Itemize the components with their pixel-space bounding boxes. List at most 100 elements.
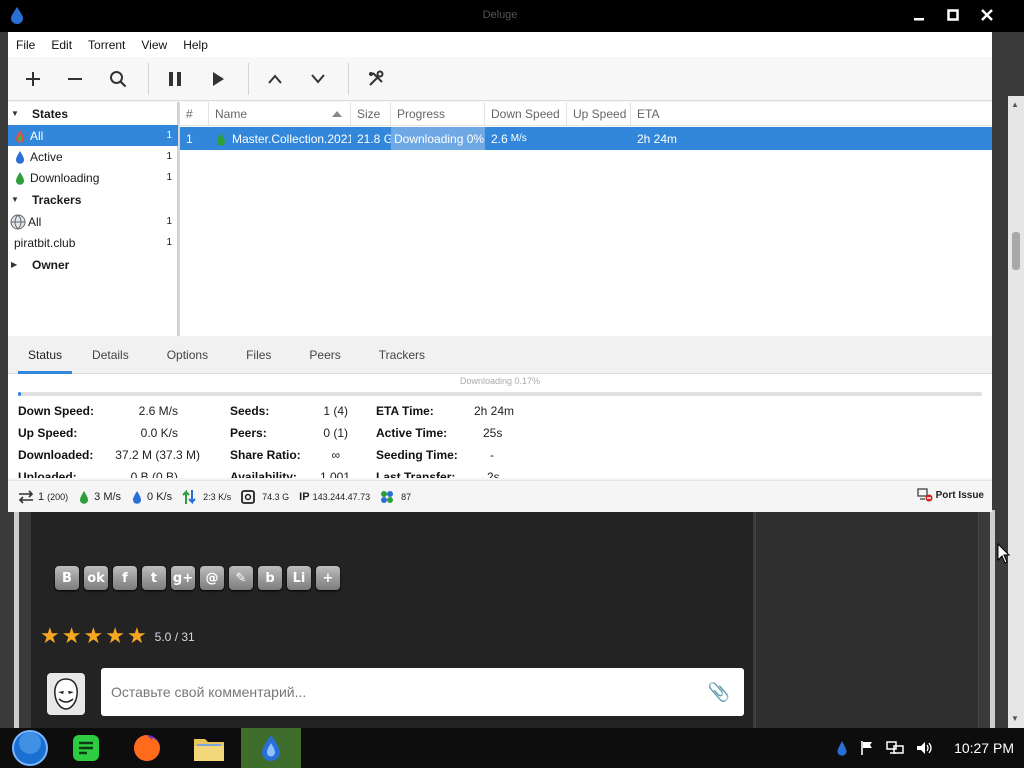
pause-button[interactable] [159,65,191,93]
tab-details[interactable]: Details [82,336,139,374]
star-icon[interactable]: ★ [127,625,147,649]
stat-value: 25s [483,426,503,440]
column-header-eta[interactable]: ETA [631,102,992,126]
torrent-size: 21.8 G [357,131,391,146]
stat-value: 2s [487,470,500,478]
column-header-size[interactable]: Size [351,102,391,126]
star-icon[interactable]: ★ [105,625,125,649]
sidebar-header-label: Trackers [32,192,82,207]
queue-up-button[interactable] [259,65,291,93]
scroll-up-icon[interactable]: ▲ [1011,100,1019,110]
tab-files[interactable]: Files [236,336,281,374]
sidebar-item-active[interactable]: Active 1 [8,146,178,167]
deluge-tray-icon[interactable] [836,740,848,756]
menu-torrent[interactable]: Torrent [80,38,133,52]
sidebar-header-states[interactable]: ▼ States [8,103,178,124]
add-torrent-button[interactable] [17,65,49,93]
rating: ★ ★ ★ ★ ★ 5.0 / 31 [40,625,195,649]
tab-status[interactable]: Status [18,336,73,374]
connections-status[interactable]: 1 (200) [18,489,68,504]
taskbar-app-notes[interactable] [56,728,116,768]
menu-view[interactable]: View [133,38,175,52]
menu-edit[interactable]: Edit [43,38,80,52]
drop-blue-icon [12,150,28,164]
column-header-number[interactable]: # [180,102,209,126]
pause-icon [169,72,181,86]
star-icon[interactable]: ★ [62,625,82,649]
torrent-progress-text: Downloading 0% [394,131,485,146]
upload-speed-status[interactable]: 0 K/s [131,490,172,504]
network-icon[interactable] [886,740,904,756]
column-header-progress[interactable]: Progress [391,102,485,126]
table-row[interactable]: 1 Master.Collection.2021 21.8 G Download… [180,127,992,150]
search-icon [110,71,127,88]
share-button[interactable]: g+ [171,566,195,590]
menu-file[interactable]: File [8,38,43,52]
scroll-down-icon[interactable]: ▼ [1011,714,1019,724]
sidebar-item-label: Active [30,149,63,164]
star-icon[interactable]: ★ [40,625,60,649]
sidebar-item-trackers-all[interactable]: All 1 [8,211,178,232]
close-button[interactable] [970,3,1004,27]
share-button[interactable]: + [316,566,340,590]
scrollbar-thumb[interactable] [1012,232,1020,270]
torrent-up-speed [567,127,631,150]
download-speed-status[interactable]: 3 M/s [78,490,121,504]
preferences-button[interactable] [360,65,392,93]
maximize-button[interactable] [936,3,970,27]
resume-button[interactable] [202,65,234,93]
share-button[interactable]: @ [200,566,224,590]
taskbar-app-deluge[interactable] [241,728,301,768]
chevron-down-icon [311,74,325,84]
sidebar-item-label: piratbit.club [14,235,76,250]
traffic-arrows-icon [182,489,196,505]
volume-icon[interactable] [916,740,934,756]
share-button[interactable]: ✎ [229,566,253,590]
external-ip-status: IP 143.244.47.73 [299,491,370,503]
share-button[interactable]: Li [287,566,311,590]
sidebar-item-tracker-piratbit[interactable]: piratbit.club 1 [8,232,178,253]
flag-icon[interactable] [860,740,874,756]
page-scrollbar[interactable]: ▲ ▼ [1008,96,1024,728]
drop-green-icon [78,490,90,504]
start-button[interactable] [0,728,60,768]
notes-app-icon [73,735,99,761]
toolbar-separator [248,63,249,95]
minimize-icon [914,18,924,21]
paperclip-icon[interactable]: 📎 [708,682,730,703]
maximize-icon [947,9,959,21]
star-icon[interactable]: ★ [83,625,103,649]
sidebar-header-owner[interactable]: ▶ Owner [8,254,178,275]
menu-help[interactable]: Help [175,38,216,52]
search-button[interactable] [102,65,134,93]
network-warning-icon [917,488,933,502]
comment-input[interactable] [101,668,701,716]
column-header-down-speed[interactable]: Down Speed [485,102,567,126]
sidebar-item-downloading[interactable]: Downloading 1 [8,167,178,188]
queue-down-button[interactable] [302,65,334,93]
share-button[interactable]: B [55,566,79,590]
remove-torrent-button[interactable] [59,65,91,93]
share-button[interactable]: f [113,566,137,590]
clock[interactable]: 10:27 PM [954,740,1014,756]
share-button[interactable]: ok [84,566,108,590]
column-header-name[interactable]: Name [209,102,351,126]
taskbar-app-firefox[interactable] [117,728,177,768]
minimize-button[interactable] [902,3,936,27]
status-progress: Downloading 0.17% [18,376,982,396]
stat-value: 2h 24m [474,404,515,418]
taskbar-app-files[interactable] [179,728,239,768]
column-header-up-speed[interactable]: Up Speed [567,102,631,126]
share-button[interactable]: b [258,566,282,590]
port-issue-status[interactable]: Port Issue [917,488,984,502]
expand-arrow-icon: ▼ [11,109,19,118]
share-button[interactable]: t [142,566,166,590]
sidebar-header-trackers[interactable]: ▼ Trackers [8,189,178,210]
download-speed-value: 3 M/s [94,490,122,503]
deluge-window: File Edit Torrent View Help ▼ States All… [8,32,992,512]
tab-peers[interactable]: Peers [299,336,350,374]
sidebar-item-count: 1 [166,151,172,162]
sidebar-item-all[interactable]: All 1 [8,125,178,146]
tab-options[interactable]: Options [157,336,218,374]
tab-trackers[interactable]: Trackers [369,336,435,374]
